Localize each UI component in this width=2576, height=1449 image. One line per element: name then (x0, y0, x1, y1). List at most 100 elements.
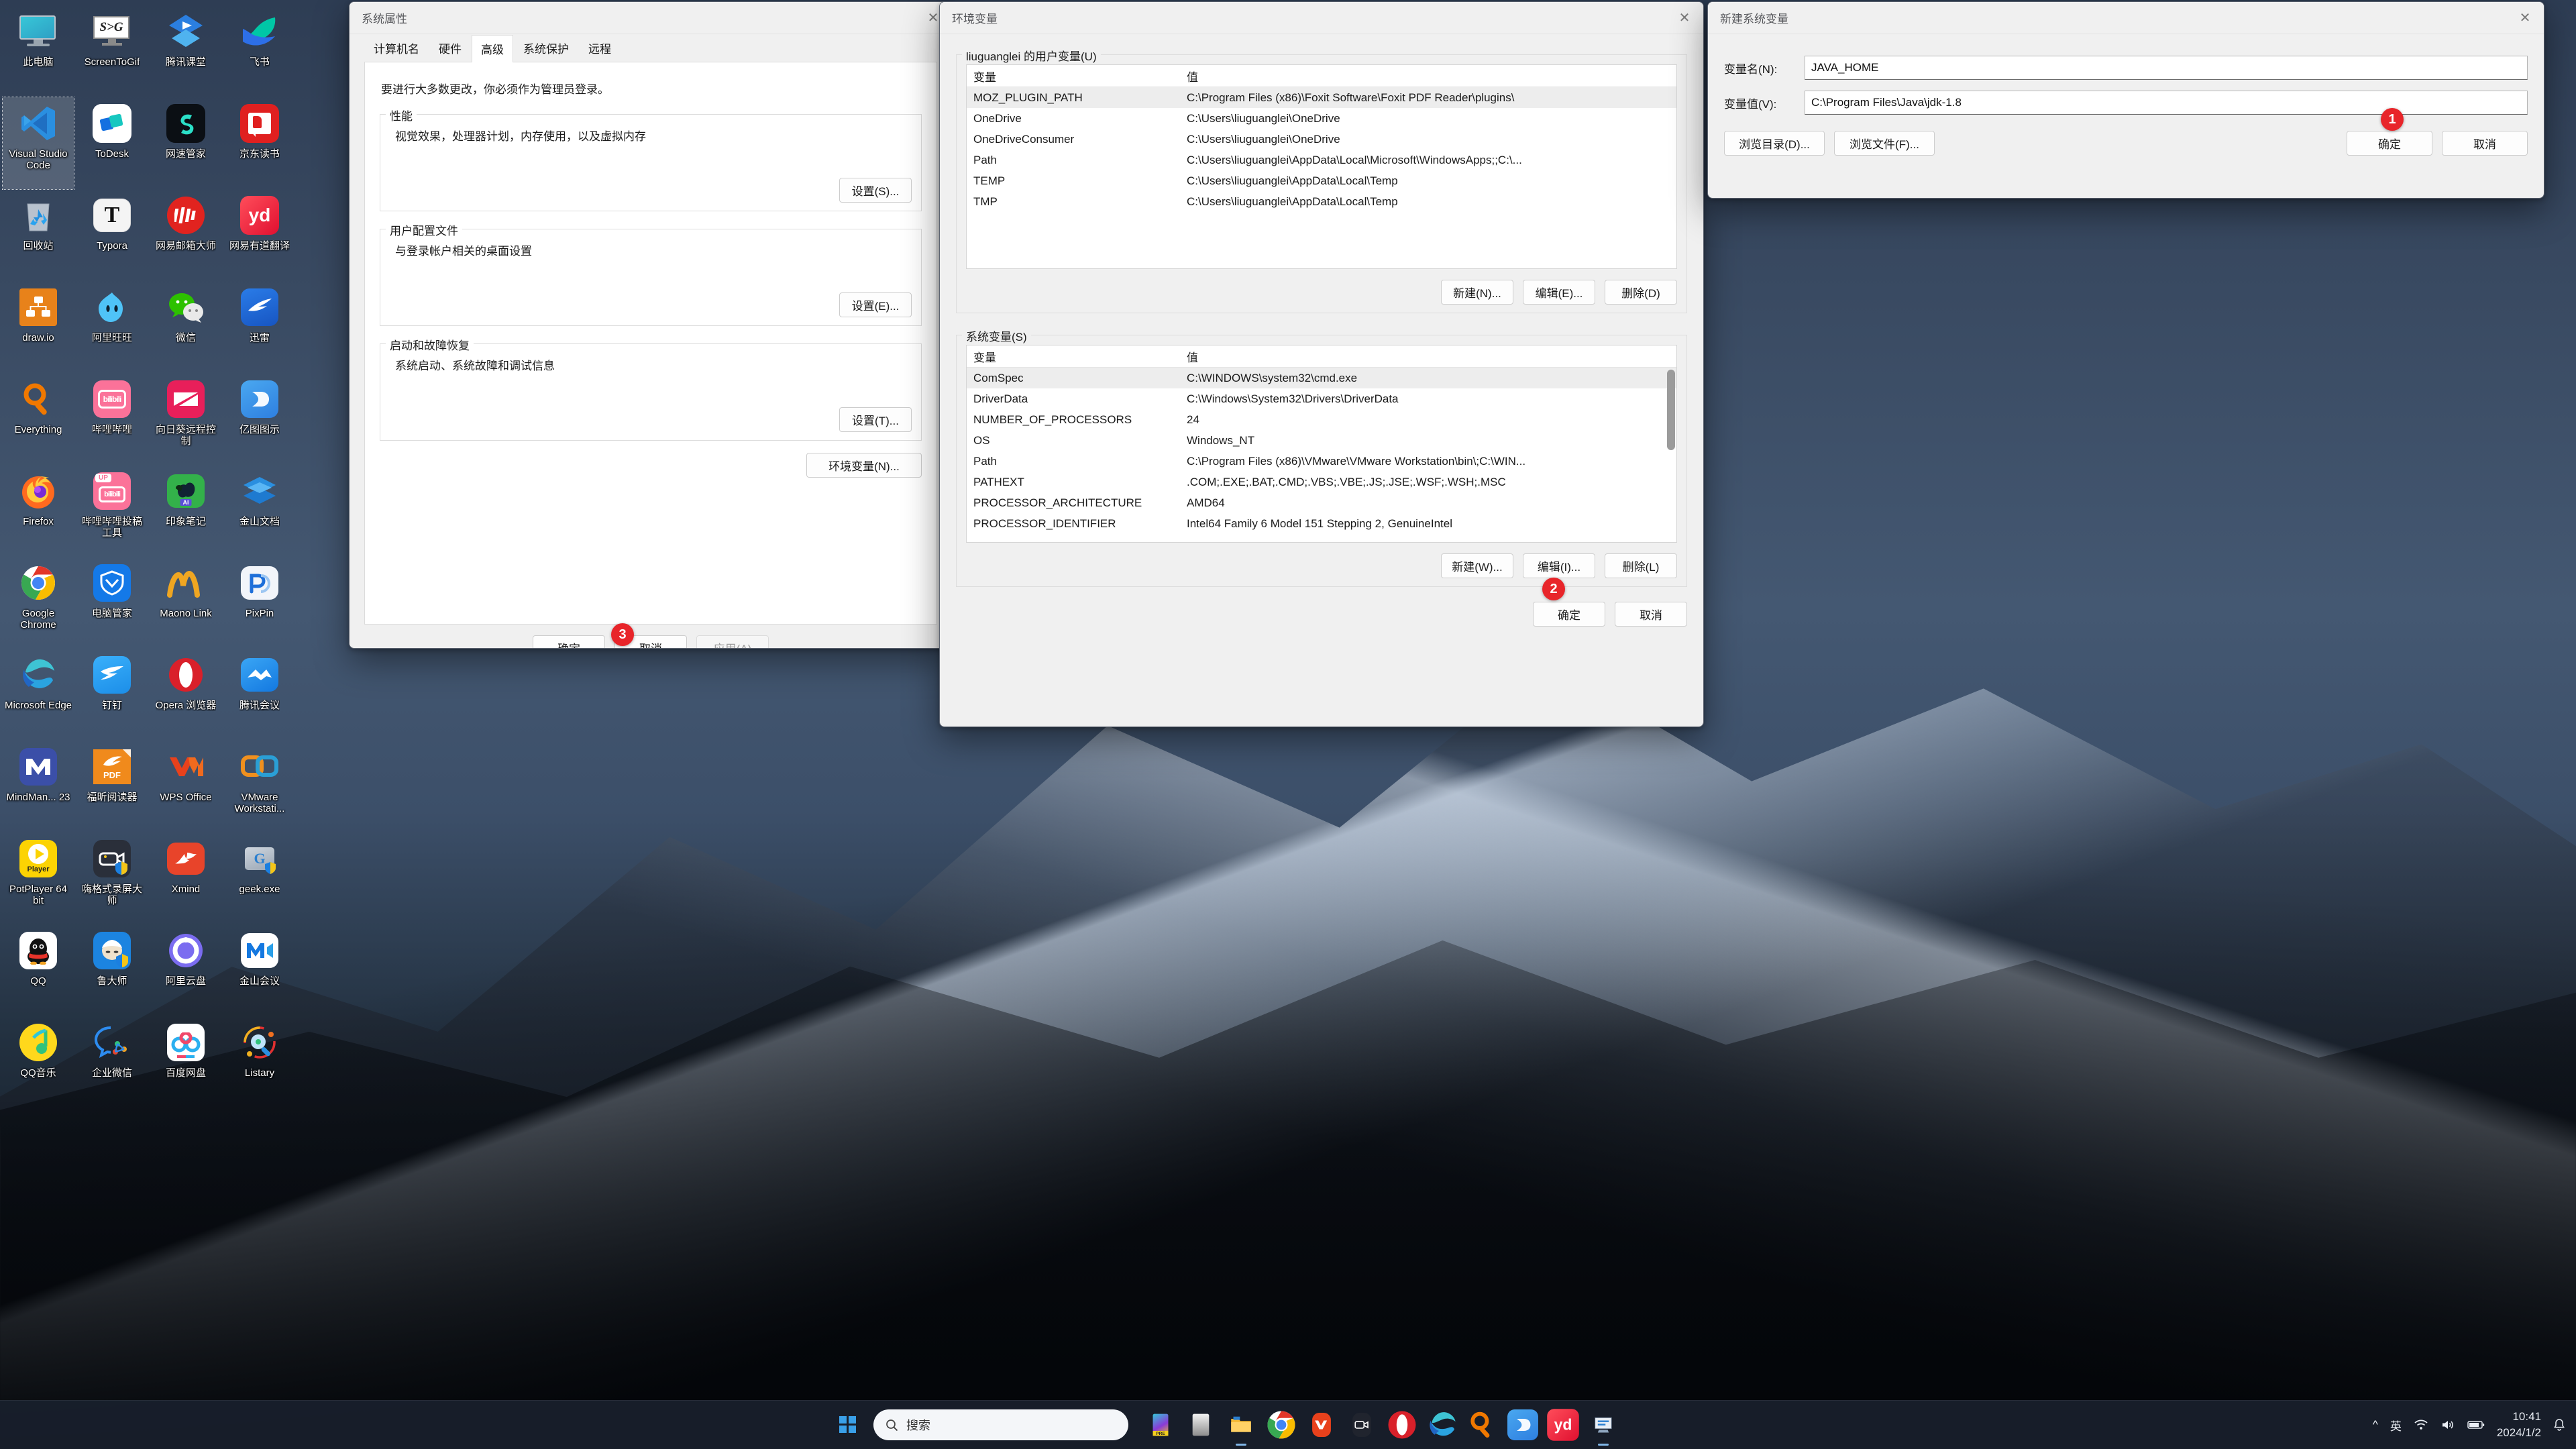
cancel-button[interactable]: 取消 (2442, 131, 2528, 156)
tab-1[interactable]: 硬件 (429, 34, 471, 62)
taskbar-edge-icon[interactable] (1426, 1409, 1458, 1441)
group-settings-button[interactable]: 设置(E)... (839, 292, 912, 317)
taskbar-chrome-icon[interactable] (1265, 1409, 1297, 1441)
search-input[interactable]: 搜索 (873, 1409, 1128, 1440)
tab-3[interactable]: 系统保护 (514, 34, 578, 62)
desktop-icon-ludashi[interactable]: 鲁大师 (76, 924, 148, 1016)
desktop-icon-sunlogin[interactable]: 向日葵远程控制 (150, 373, 221, 465)
browse-directory-button[interactable]: 浏览目录(D)... (1724, 131, 1825, 156)
volume-icon[interactable] (2440, 1419, 2455, 1431)
vertical-scrollbar-thumb[interactable] (1667, 370, 1675, 450)
desktop-icon-typora[interactable]: T Typora (76, 189, 148, 281)
desktop-icon-drawio[interactable]: draw.io (3, 281, 74, 373)
user-variables-table[interactable]: 变量 值 MOZ_PLUGIN_PATH C:\Program Files (x8… (966, 64, 1677, 269)
desktop-icon-qq[interactable]: QQ (3, 924, 74, 1016)
desktop-icon-wecom[interactable]: 企业微信 (76, 1016, 148, 1108)
new-system-variable-window[interactable]: 新建系统变量 ✕ 变量名(N): JAVA_HOME 变量值(V): C:\Pr… (1707, 1, 2544, 199)
desktop-icon-foxit-reader[interactable]: PDF 福昕阅读器 (76, 741, 148, 833)
table-row[interactable]: MOZ_PLUGIN_PATH C:\Program Files (x86)\Fo… (967, 87, 1676, 108)
clock[interactable]: 10:41 2024/1/2 (2497, 1409, 2541, 1441)
table-row[interactable]: TMP C:\Users\liuguanglei\AppData\Local\Te… (967, 191, 1676, 212)
desktop-icon-jd-read[interactable]: 京东读书 (224, 97, 295, 189)
desktop-icon-vmware-workstation[interactable]: VMware Workstati... (224, 741, 295, 833)
wifi-icon[interactable] (2414, 1419, 2428, 1431)
user-new-button[interactable]: 新建(N)... (1441, 280, 1513, 305)
ok-button[interactable]: 确定 (533, 635, 605, 648)
tab-4[interactable]: 远程 (579, 34, 621, 62)
taskbar-everything-icon[interactable] (1466, 1409, 1499, 1441)
desktop-icon-listary[interactable]: Listary (224, 1016, 295, 1108)
system-properties-tabs[interactable]: 计算机名 硬件 高级 系统保护 远程 (364, 34, 937, 62)
desktop-icon-bilibili[interactable]: bilibili 哔哩哔哩 (76, 373, 148, 465)
desktop-icon-vscode[interactable]: Visual Studio Code (2, 97, 74, 190)
desktop-icon-aliyun-drive[interactable]: 阿里云盘 (150, 924, 221, 1016)
taskbar-task-view-icon[interactable] (1185, 1409, 1217, 1441)
desktop-icon-xunlei[interactable]: 迅雷 (224, 281, 295, 373)
table-row[interactable]: DriverData C:\Windows\System32\Drivers\Dr… (967, 388, 1676, 409)
desktop-icon-wps-office[interactable]: WPS Office (150, 741, 221, 833)
desktop-icon-screentogif[interactable]: S>G ScreenToGif (76, 5, 148, 97)
variable-name-input[interactable]: JAVA_HOME (1805, 56, 2528, 80)
taskbar[interactable]: 搜索 PRE yd ^ 英 10:41 2024/1/2 (0, 1400, 2576, 1449)
environment-variables-button[interactable]: 环境变量(N)... (806, 453, 922, 478)
desktop-icon-opera[interactable]: Opera 浏览器 (150, 649, 221, 741)
taskbar-youdao-translate-icon[interactable]: yd (1547, 1409, 1579, 1441)
taskbar-wps-office-icon[interactable] (1305, 1409, 1338, 1441)
desktop-icon-evernote[interactable]: AI 印象笔记 (150, 465, 221, 557)
ime-indicator[interactable]: 英 (2390, 1417, 2402, 1434)
desktop-icon-wechat[interactable]: 微信 (150, 281, 221, 373)
cancel-button[interactable]: 取消 (1615, 602, 1687, 627)
desktop-icon-netease-mail[interactable]: 网易邮箱大师 (150, 189, 221, 281)
environment-variables-window[interactable]: 环境变量 ✕ liuguanglei 的用户变量(U) 变量 值 MOZ_PLU… (939, 1, 1704, 727)
ok-button[interactable]: 确定 (1533, 602, 1605, 627)
desktop-icon-kingsoft-docs[interactable]: 金山文档 (224, 465, 295, 557)
desktop-icon-chrome[interactable]: Google Chrome (3, 557, 74, 649)
system-properties-window[interactable]: 系统属性 ✕ 计算机名 硬件 高级 系统保护 远程 要进行大多数更改，你必须作为管理员登… (349, 1, 953, 649)
desktop-icon-qq-music[interactable]: QQ音乐 (3, 1016, 74, 1108)
table-row[interactable]: NUMBER_OF_PROCESSORS 24 (967, 409, 1676, 430)
system-variables-table[interactable]: 变量 值 ComSpec C:\WINDOWS\system32\cmd.exe D… (966, 345, 1677, 543)
desktop-icon-bilibili-upload[interactable]: UP bilibili 哔哩哔哩投稿工具 (76, 465, 148, 557)
desktop-icon-dingtalk[interactable]: 钉钉 (76, 649, 148, 741)
taskbar-pre-icon[interactable]: PRE (1144, 1409, 1177, 1441)
windows-start-icon[interactable] (832, 1409, 864, 1441)
desktop-icon-feishu[interactable]: 飞书 (224, 5, 295, 97)
taskbar-edraw-icon[interactable] (1507, 1409, 1539, 1441)
bell-icon[interactable] (2553, 1418, 2565, 1432)
desktop-icon-geek-uninstaller[interactable]: Ggeek.exe (224, 833, 295, 924)
table-row[interactable]: OS Windows_NT (967, 430, 1676, 451)
desktop-icon-edraw[interactable]: 亿图图示 (224, 373, 295, 465)
taskbar-system-properties-icon[interactable] (1587, 1409, 1619, 1441)
table-row[interactable]: PATHEXT .COM;.EXE;.BAT;.CMD;.VBS;.VBE;.JS… (967, 472, 1676, 492)
user-edit-button[interactable]: 编辑(E)... (1523, 280, 1595, 305)
desktop-icon-everything[interactable]: Everything (3, 373, 74, 465)
desktop-icon-tencent-classroom[interactable]: 腾讯课堂 (150, 5, 221, 97)
system-delete-button[interactable]: 删除(L) (1605, 553, 1677, 578)
desktop-icon-todesk[interactable]: ToDesk (76, 97, 148, 189)
chevron-up-icon[interactable]: ^ (2373, 1418, 2378, 1432)
desktop-icon-mindmanager[interactable]: MindMan... 23 (3, 741, 74, 833)
browse-file-button[interactable]: 浏览文件(F)... (1834, 131, 1935, 156)
tab-2[interactable]: 高级 (472, 35, 513, 62)
system-new-button[interactable]: 新建(W)... (1441, 553, 1513, 578)
table-row[interactable]: TEMP C:\Users\liuguanglei\AppData\Local\T… (967, 170, 1676, 191)
group-settings-button[interactable]: 设置(S)... (839, 178, 912, 203)
desktop-icon-recycle-bin[interactable]: 回收站 (3, 189, 74, 281)
desktop-icon-pixpin[interactable]: PixPin (224, 557, 295, 649)
system-edit-button[interactable]: 编辑(I)... (1523, 553, 1595, 578)
taskbar-screen-recorder-icon[interactable] (1346, 1409, 1378, 1441)
desktop-icon-tencent-meeting[interactable]: 腾讯会议 (224, 649, 295, 741)
table-row[interactable]: Path C:\Program Files (x86)\VMware\VMware… (967, 451, 1676, 472)
table-row[interactable]: OneDriveConsumer C:\Users\liuguanglei\One… (967, 129, 1676, 150)
table-row[interactable]: ComSpec C:\WINDOWS\system32\cmd.exe (967, 368, 1676, 388)
group-settings-button[interactable]: 设置(T)... (839, 407, 912, 432)
table-row[interactable]: PROCESSOR_ARCHITECTURE AMD64 (967, 492, 1676, 513)
desktop-icon-maono-link[interactable]: Maono Link (150, 557, 221, 649)
desktop-icon-edge[interactable]: Microsoft Edge (3, 649, 74, 741)
taskbar-opera-icon[interactable] (1386, 1409, 1418, 1441)
ok-button[interactable]: 确定 (2347, 131, 2432, 156)
table-row[interactable]: Path C:\Users\liuguanglei\AppData\Local\M… (967, 150, 1676, 170)
battery-icon[interactable] (2467, 1419, 2485, 1430)
desktop-icon-pc-manager[interactable]: 电脑管家 (76, 557, 148, 649)
close-icon[interactable]: ✕ (2506, 2, 2544, 34)
